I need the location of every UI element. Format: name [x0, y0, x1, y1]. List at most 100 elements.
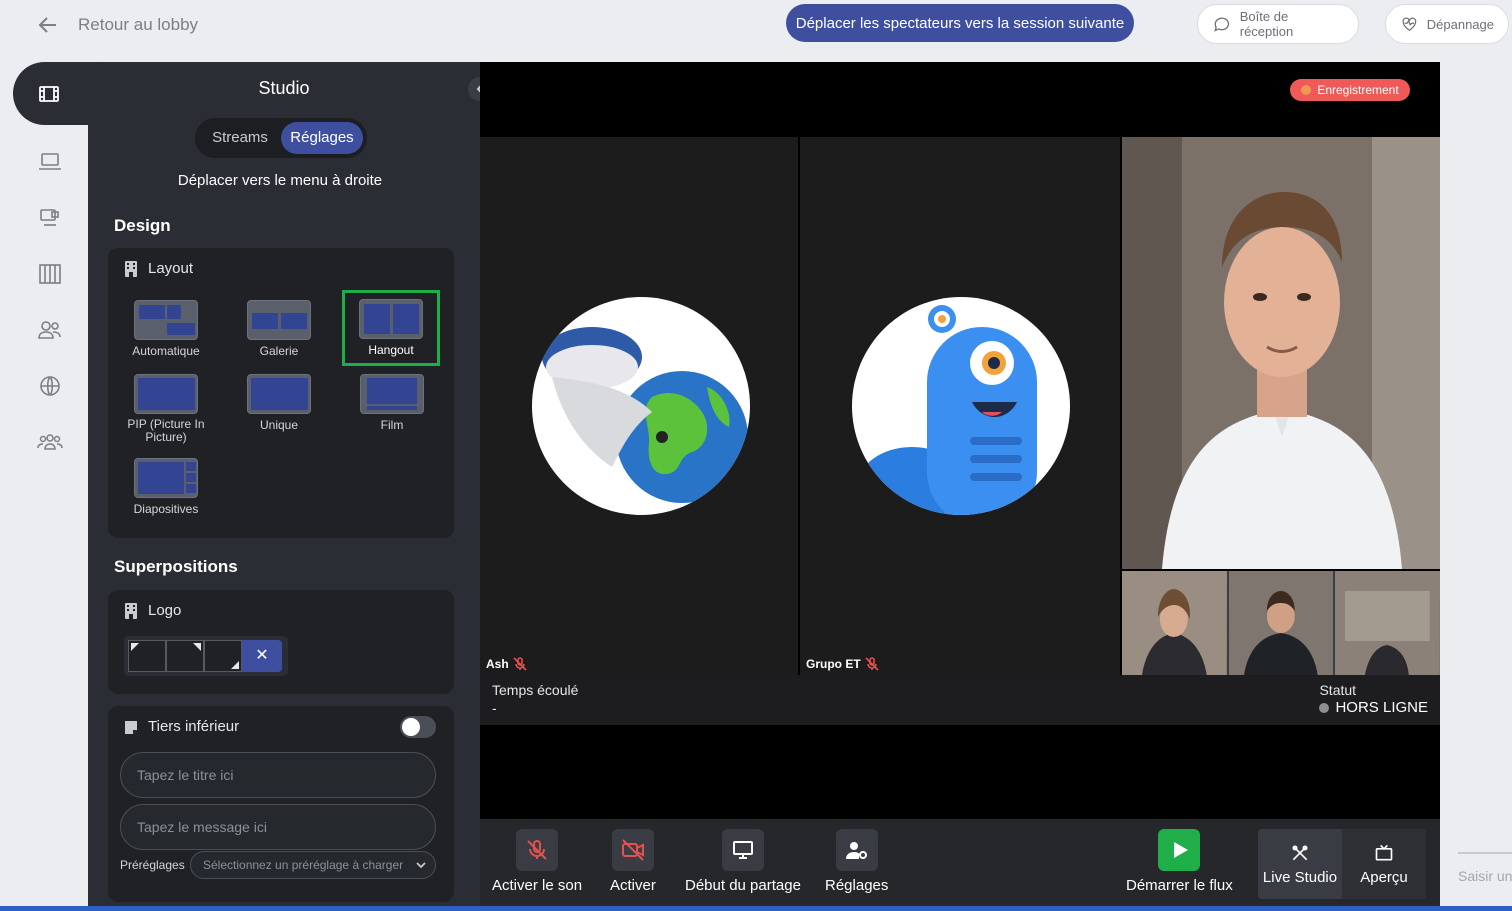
building-icon [125, 260, 137, 277]
rail-item-globe[interactable] [36, 372, 64, 400]
move-viewers-button[interactable]: Déplacer les spectateurs vers la session… [786, 4, 1134, 42]
recording-badge: Enregistrement [1290, 79, 1410, 101]
start-stream-icon-box [1158, 829, 1201, 871]
presets-select[interactable]: Sélectionnez un préréglage à charger [190, 851, 436, 879]
inbox-button[interactable]: Boîte de réception [1197, 4, 1359, 44]
inbox-label: Boîte de réception [1239, 9, 1294, 39]
layout-thumb-pip [134, 374, 198, 414]
elapsed-value: - [492, 700, 497, 716]
unmute-label: Activer le son [492, 877, 583, 894]
elapsed-time: Temps écoulé - [492, 681, 578, 717]
laptop-icon [39, 153, 61, 170]
layout-option-pip[interactable]: PIP (Picture In Picture) [116, 374, 216, 444]
globe-icon [40, 376, 60, 396]
office-thumbnail-image [1335, 571, 1441, 675]
layout-label: Layout [148, 260, 194, 277]
start-stream-label: Démarrer le flux [1126, 877, 1233, 894]
mic-muted-icon [513, 657, 527, 671]
lower-third-toggle[interactable] [400, 716, 436, 738]
participant-tile-ash[interactable]: Ash [480, 137, 798, 675]
preview-button[interactable]: Aperçu [1342, 829, 1426, 899]
status-value: HORS LIGNE [1335, 699, 1428, 716]
video-thumbnails [1122, 571, 1441, 675]
layout-label-hangout: Hangout [368, 343, 414, 357]
alien-avatar [852, 297, 1070, 515]
rail-item-columns[interactable] [36, 260, 64, 288]
chat-bubble-icon [1214, 17, 1230, 32]
layout-thumb-gallery [247, 300, 311, 340]
layout-label-automatic: Automatique [132, 344, 200, 358]
camera-off-icon [621, 839, 644, 861]
layout-card: Layout Automatique Galerie Hangout PIP (… [108, 248, 454, 538]
support-button[interactable]: Dépannage [1385, 4, 1509, 44]
thumbnail-man[interactable] [1228, 571, 1334, 675]
rail-item-laptop[interactable] [36, 148, 64, 176]
woman-thumbnail-image [1122, 571, 1227, 675]
layout-label-gallery: Galerie [259, 344, 299, 358]
stage-area: Enregistrement Ash Grupo ET Temps écoulé… [480, 62, 1441, 906]
tab-streams[interactable]: Streams [199, 122, 281, 154]
astronaut-globe-icon [542, 327, 748, 503]
layout-option-single[interactable]: Unique [229, 374, 329, 432]
chat-input[interactable]: Saisir un [1458, 852, 1512, 902]
live-studio-button[interactable]: Live Studio [1258, 829, 1342, 899]
unmute-button[interactable]: Activer le son [492, 829, 582, 894]
play-icon [1174, 842, 1189, 858]
heart-pulse-icon [1402, 17, 1417, 31]
back-to-lobby-link[interactable]: Retour au lobby [36, 10, 198, 40]
mic-off-icon [527, 840, 547, 860]
rail-item-users[interactable] [36, 316, 64, 344]
lower-third-header: Tiers inférieur [124, 718, 239, 735]
participant-name-ash: Ash [486, 657, 527, 671]
logo-position-bottom-right[interactable] [204, 640, 242, 672]
tab-settings[interactable]: Réglages [281, 122, 363, 154]
elapsed-label: Temps écoulé [492, 682, 579, 698]
layout-option-gallery[interactable]: Galerie [229, 300, 329, 358]
arrow-left-icon [38, 17, 56, 33]
layout-option-hangout[interactable]: Hangout [342, 290, 440, 366]
logo-clear-button[interactable]: ✕ [242, 640, 282, 672]
start-stream-button[interactable]: Démarrer le flux [1126, 829, 1233, 894]
participant-tile-grupo-et[interactable]: Grupo ET [800, 137, 1120, 675]
camera-button[interactable]: Activer [610, 829, 656, 894]
participant-label-ash: Ash [486, 657, 509, 671]
main-video-feed[interactable] [1122, 137, 1440, 569]
thumbnail-woman[interactable] [1122, 571, 1227, 675]
logo-position-top-right[interactable] [166, 640, 204, 672]
share-button[interactable]: Début du partage [685, 829, 801, 894]
lower-third-card: Tiers inférieur Tapez le titre ici Tapez… [108, 706, 454, 902]
settings-button[interactable]: Réglages [825, 829, 888, 894]
left-rail [0, 62, 88, 911]
layout-thumb-film [360, 374, 424, 414]
thumbnail-office[interactable] [1335, 571, 1441, 675]
preview-label: Aperçu [1360, 868, 1408, 886]
tv-icon [1375, 844, 1393, 860]
presenter-video-image [1122, 137, 1440, 569]
man-thumbnail-image [1228, 571, 1334, 675]
move-right-link[interactable]: Déplacer vers le menu à droite [88, 172, 472, 189]
control-bar: Activer le son Activer Début du partage … [480, 819, 1440, 906]
layout-option-slides[interactable]: Diapositives [116, 458, 216, 516]
top-bar: Retour au lobby Déplacer les spectateurs… [0, 0, 1512, 60]
layout-thumb-hangout [359, 299, 423, 339]
logo-header: Logo [124, 602, 181, 619]
mic-muted-icon [865, 657, 879, 671]
studio-panel: Studio Streams Réglages Déplacer vers le… [88, 62, 492, 906]
monitor-icon [732, 841, 753, 859]
live-studio-label: Live Studio [1262, 868, 1338, 886]
layout-option-film[interactable]: Film [342, 374, 442, 432]
lower-third-message-input[interactable]: Tapez le message ici [120, 804, 436, 850]
logo-card: Logo ✕ [108, 590, 454, 694]
recording-label: Enregistrement [1317, 83, 1399, 97]
logo-position-top-left[interactable] [128, 640, 166, 672]
alien-mascot-icon [857, 305, 1037, 515]
rail-item-screen[interactable] [36, 204, 64, 232]
lower-third-title-input[interactable]: Tapez le titre ici [120, 752, 436, 798]
building-icon [125, 602, 137, 619]
session-info-bar: Temps écoulé - Statut HORS LIGNE [480, 675, 1440, 725]
user-gear-icon [845, 842, 867, 859]
layout-option-automatic[interactable]: Automatique [116, 300, 216, 358]
chevron-down-icon [416, 862, 426, 869]
rail-item-group[interactable] [36, 428, 64, 456]
film-icon [39, 85, 59, 102]
